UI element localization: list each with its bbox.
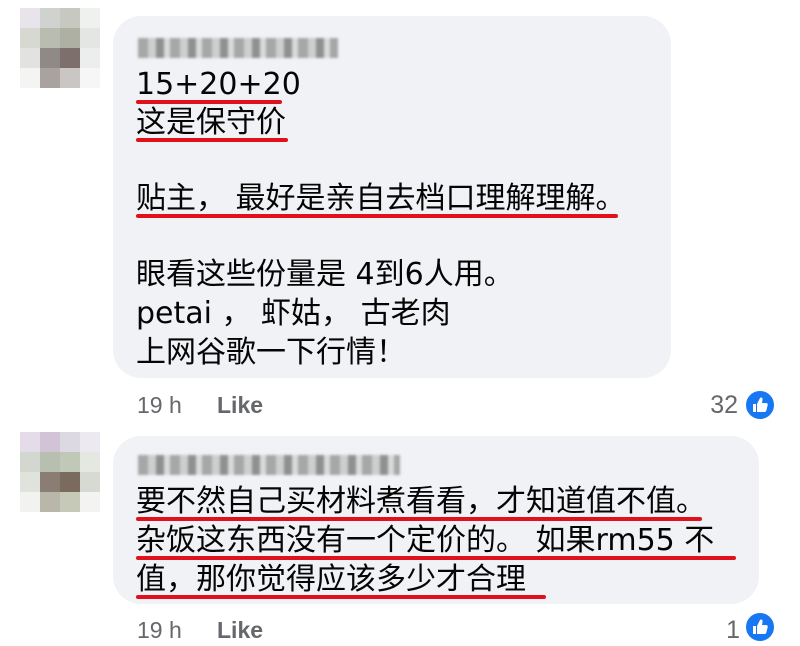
- like-button[interactable]: Like: [217, 392, 263, 419]
- commenter-name[interactable]: [138, 38, 338, 58]
- reaction-count[interactable]: 32: [690, 391, 738, 420]
- commenter-avatar[interactable]: [20, 8, 100, 88]
- comment-timestamp[interactable]: 19 h: [137, 392, 182, 419]
- comment-timestamp[interactable]: 19 h: [137, 617, 182, 644]
- comment-text-line: 要不然自己买材料煮看看，才知道值不值。: [136, 484, 706, 519]
- red-underline: [136, 556, 736, 560]
- thumbs-up-icon[interactable]: [744, 611, 776, 643]
- comment-text-line: 眼看这些份量是 4到6人用。: [136, 257, 514, 292]
- comment-text-line: 贴主， 最好是亲自去档口理解理解。: [136, 181, 626, 216]
- red-underline: [136, 214, 618, 218]
- reaction-count[interactable]: 1: [700, 616, 740, 645]
- red-underline: [136, 138, 288, 142]
- comment-text-line: 15+20+20: [136, 67, 301, 102]
- comment-text-line: petai ， 虾姑， 古老肉: [136, 296, 451, 331]
- red-underline: [136, 517, 702, 521]
- commenter-name[interactable]: [138, 455, 400, 475]
- like-button[interactable]: Like: [217, 617, 263, 644]
- thumbs-up-icon[interactable]: [744, 389, 776, 421]
- red-underline: [136, 595, 546, 599]
- comment-text-line: 值，那你觉得应该多少才合理: [136, 562, 526, 597]
- comment-text-line: 上网谷歌一下行情！: [136, 335, 406, 370]
- comment-text-line: 这是保守价: [136, 105, 286, 140]
- commenter-avatar[interactable]: [20, 432, 100, 512]
- comment-text-line: 杂饭这东西没有一个定价的。 如果rm55 不: [136, 523, 715, 558]
